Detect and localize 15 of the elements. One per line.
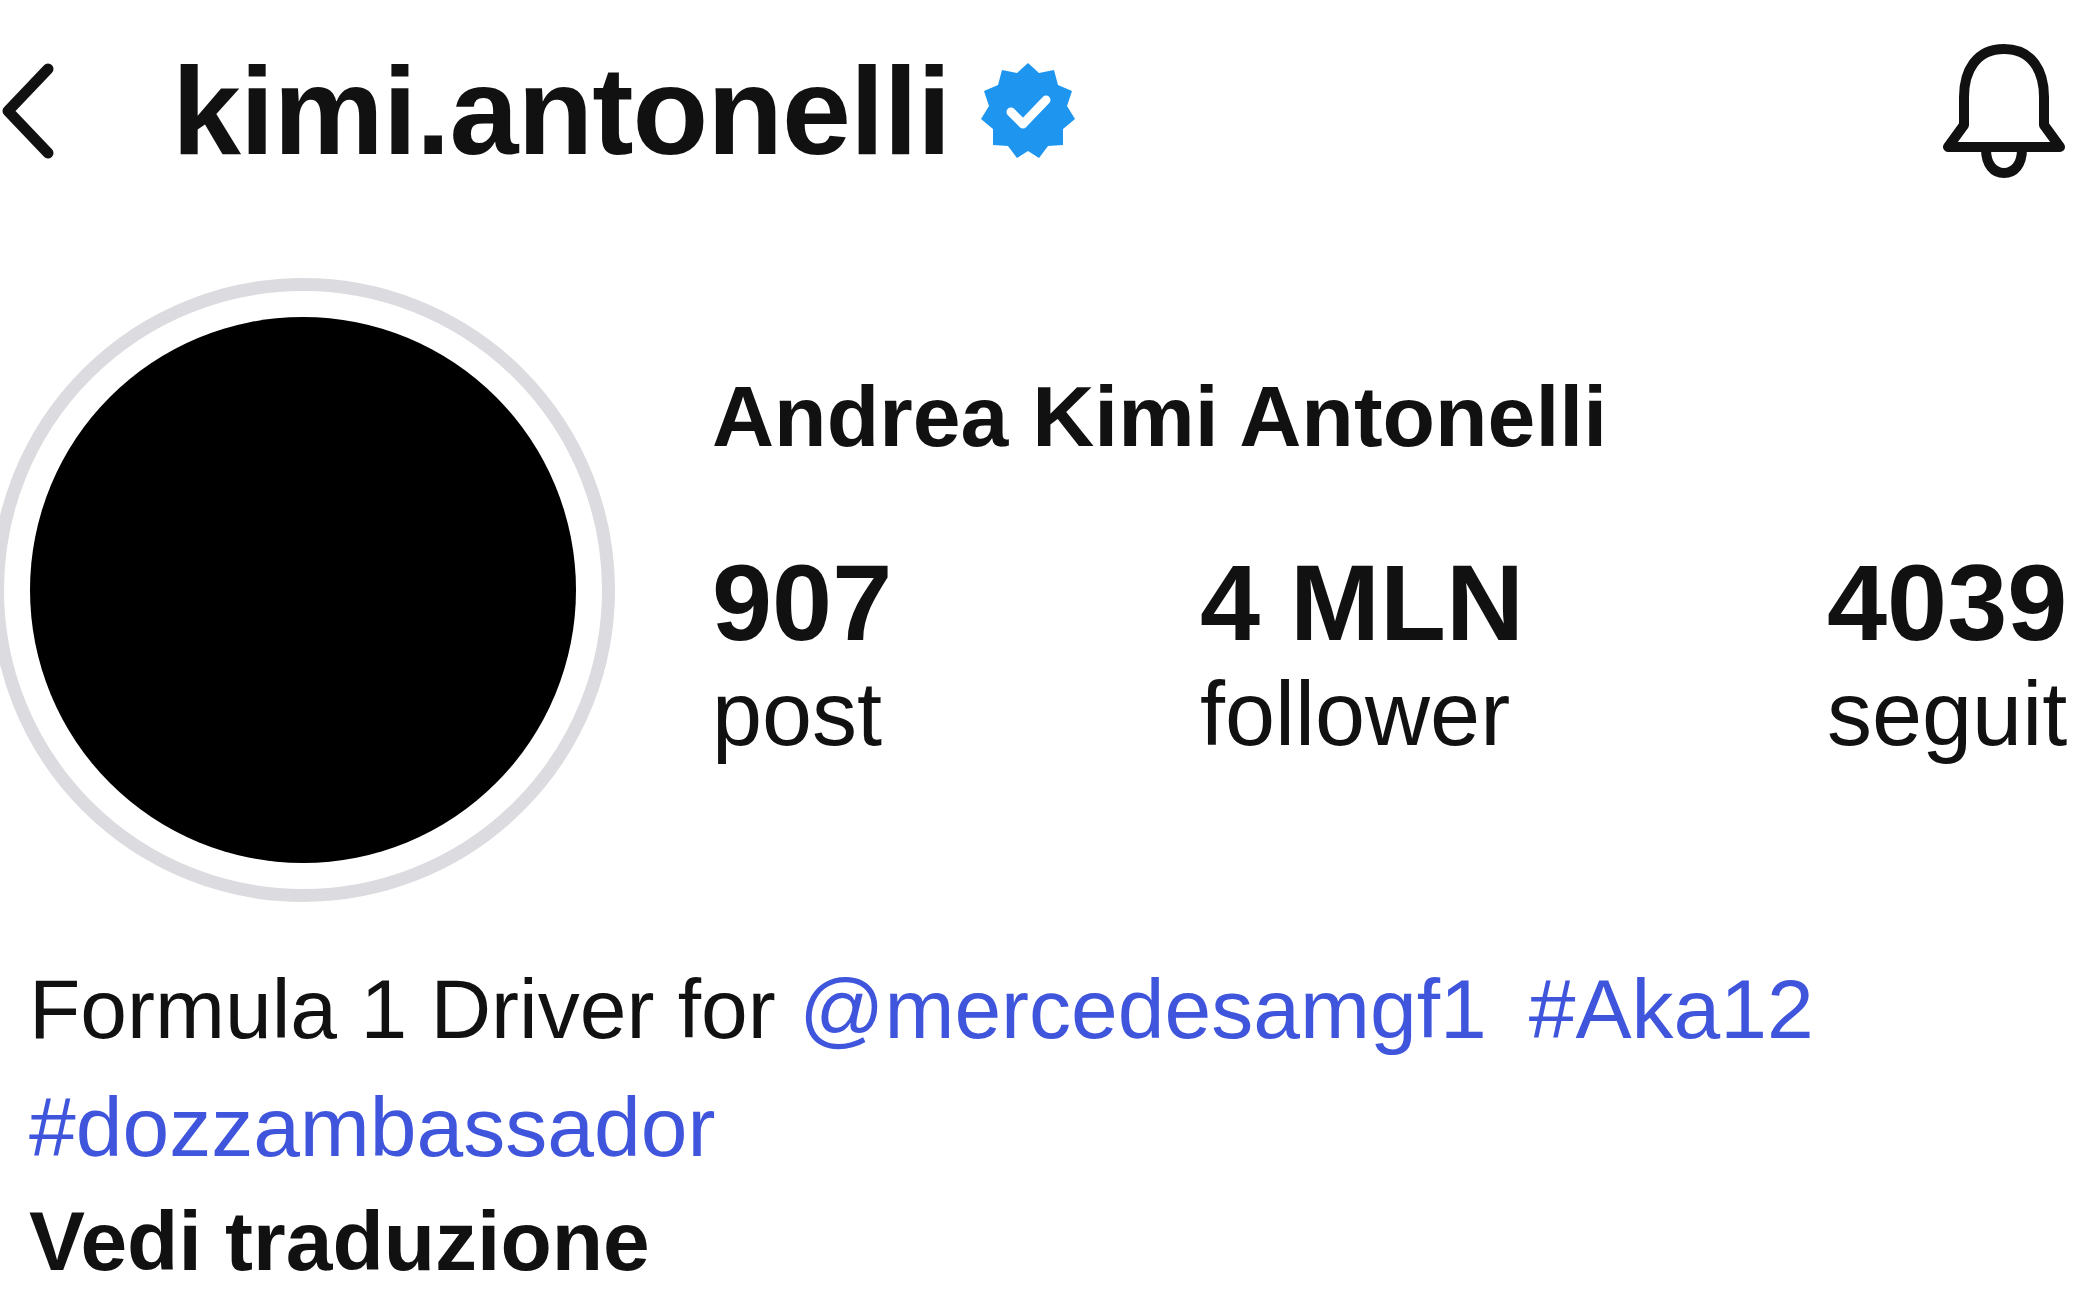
stat-count[interactable]: 4 MLN <box>1200 544 1524 662</box>
bio-link[interactable]: #Aka12 <box>1528 950 1814 1068</box>
see-translation-link[interactable]: Vedi traduzione <box>29 1186 2080 1296</box>
stat-label[interactable]: post <box>712 662 883 766</box>
notification-bell-icon[interactable] <box>1940 41 2068 181</box>
stat-label[interactable]: follower <box>1200 662 1511 766</box>
username: kimi.antonelli <box>172 46 951 176</box>
bio-text: Formula 1 Driver for @mercedesamgf1 #Aka12 #dozzambassador <box>29 950 2019 1186</box>
full-name: Andrea Kimi Antonelli <box>712 367 1609 466</box>
back-icon[interactable] <box>0 63 56 159</box>
stat-count[interactable]: 907 <box>712 544 893 662</box>
bio-link[interactable]: @mercedesamgf1 <box>799 950 1487 1068</box>
stat-label[interactable]: seguit <box>1827 662 2068 766</box>
bio-link[interactable]: #dozzambassador <box>29 1068 716 1186</box>
stat-count[interactable]: 4039 <box>1827 544 2068 662</box>
